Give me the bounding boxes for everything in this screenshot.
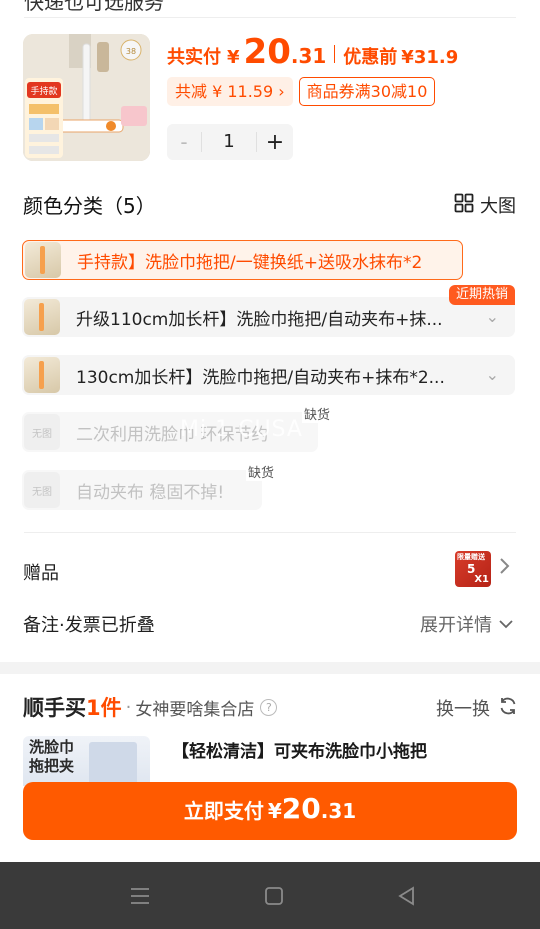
svg-text:38: 38 xyxy=(126,47,136,56)
bundle-title: 顺手买1件 · 女神要啥集合店 ? xyxy=(23,692,278,722)
pay-currency: ¥ xyxy=(267,799,282,823)
swap-button[interactable]: 换一换 xyxy=(436,695,518,721)
product-thumbnail[interactable]: 手持款 38 xyxy=(23,34,150,161)
help-icon[interactable]: ? xyxy=(260,698,278,716)
chevron-right-icon[interactable] xyxy=(498,556,512,581)
original-price: ¥31.9 xyxy=(401,47,459,68)
big-image-button[interactable]: 大图 xyxy=(454,192,516,218)
pay-now-button[interactable]: 立即支付 ¥ 20 .31 xyxy=(23,782,517,840)
pay-integer: 20 xyxy=(281,792,321,825)
gift-label: 赠品 xyxy=(23,563,59,584)
no-image-placeholder: 无图 xyxy=(24,414,60,450)
expand-details-button[interactable]: 展开详情 xyxy=(420,611,514,637)
coupon-chip[interactable]: 商品券满30减10 xyxy=(298,77,436,106)
quantity-stepper: - 1 + xyxy=(167,124,293,160)
increase-quantity-button[interactable]: + xyxy=(257,130,293,155)
price-integer: 20 xyxy=(243,32,291,72)
top-divider xyxy=(24,17,516,18)
bundle-brand: 顺手买1件 xyxy=(23,692,122,722)
system-navigation-bar xyxy=(0,862,540,929)
variant-label: 手持款】洗脸巾拖把/一键换纸+送吸水抹布*2 xyxy=(77,252,423,273)
expand-details-label: 展开详情 xyxy=(420,615,492,636)
no-image-placeholder: 无图 xyxy=(24,472,60,508)
hot-selling-badge: 近期热销 xyxy=(448,285,515,305)
out-of-stock-tag: 缺货 xyxy=(301,404,332,423)
variant-label: 升级110cm加长杆】洗脸巾拖把/自动夹布+抹... xyxy=(76,309,443,330)
notes-invoice-label: 备注·发票已折叠 xyxy=(23,615,155,636)
total-saved-chip[interactable]: 共减 ¥ 11.59 › xyxy=(167,77,293,106)
variant-option-130cm[interactable]: 130cm加长杆】洗脸巾拖把/自动夹布+抹布*2... ⌄ xyxy=(22,355,515,395)
bundle-dot: · xyxy=(125,696,132,718)
variant-thumbnail xyxy=(25,242,61,278)
bundle-product-thumbnail[interactable]: 洗脸巾拖把夹 xyxy=(23,736,150,786)
big-image-label: 大图 xyxy=(480,196,516,217)
gift-thumb-top: 限量赠送 xyxy=(457,553,485,561)
variant-thumbnail xyxy=(24,357,60,393)
top-cut-text: 快递也可选服务 xyxy=(24,0,164,14)
svg-text:手持款: 手持款 xyxy=(30,85,57,97)
home-icon[interactable] xyxy=(254,880,294,912)
bundle-brand-prefix: 顺手买 xyxy=(23,696,86,720)
pay-decimal: .31 xyxy=(320,799,357,823)
section-divider xyxy=(24,532,516,533)
quantity-value[interactable]: 1 xyxy=(201,132,257,152)
back-icon[interactable] xyxy=(387,880,427,912)
bundle-brand-accent: 1件 xyxy=(86,696,122,720)
bundle-thumb-text: 洗脸巾拖把夹 xyxy=(29,738,75,775)
out-of-stock-tag: 缺货 xyxy=(245,462,276,481)
discount-row: 共减 ¥ 11.59 › 商品券满30减10 xyxy=(167,77,436,106)
variant-label: 自动夹布 稳固不掉! xyxy=(76,482,225,503)
variant-option-110cm[interactable]: 升级110cm加长杆】洗脸巾拖把/自动夹布+抹... ⌄ 近期热销 xyxy=(22,285,515,337)
chevron-down-icon: ⌄ xyxy=(485,307,499,326)
price-divider xyxy=(334,45,336,63)
price-currency: ¥ xyxy=(227,47,240,68)
section-gap xyxy=(0,662,540,674)
total-paid-label: 共实付 xyxy=(167,47,221,68)
pay-label: 立即支付 xyxy=(183,799,264,823)
variant-label: 130cm加长杆】洗脸巾拖把/自动夹布+抹布*2... xyxy=(76,367,445,388)
variant-thumbnail xyxy=(24,299,60,335)
price-summary: 共实付 ¥ 20 .31 优惠前 ¥31.9 xyxy=(167,32,458,76)
bundle-thumb-box xyxy=(89,742,137,786)
bundle-store-name[interactable]: 女神要啥集合店 xyxy=(135,695,254,720)
swap-label: 换一换 xyxy=(436,699,490,720)
original-price-label: 优惠前 xyxy=(343,47,398,68)
variant-option-autoclip: 无图 自动夹布 稳固不掉! 缺货 xyxy=(22,462,276,510)
grid-icon xyxy=(454,193,474,218)
variant-option-handheld[interactable]: 手持款】洗脸巾拖把/一键换纸+送吸水抹布*2 xyxy=(22,240,463,280)
top-cut-row: 快递也可选服务 xyxy=(0,0,540,18)
gift-quantity: X1 xyxy=(474,574,489,585)
price-decimal: .31 xyxy=(290,44,327,68)
chevron-down-icon xyxy=(498,614,514,635)
variant-section-title: 颜色分类（5） xyxy=(23,194,156,218)
decrease-quantity-button[interactable]: - xyxy=(167,130,201,154)
bundle-product-name[interactable]: 【轻松清洁】可夹布洗脸巾小拖把 xyxy=(172,737,427,762)
chevron-down-icon: ⌄ xyxy=(485,365,499,384)
menu-icon[interactable] xyxy=(120,880,160,912)
gift-thumbnail[interactable]: 限量赠送 5 X1 xyxy=(455,551,491,587)
refresh-icon xyxy=(498,696,518,721)
watermark: Mi 1 CUSA xyxy=(180,417,303,442)
